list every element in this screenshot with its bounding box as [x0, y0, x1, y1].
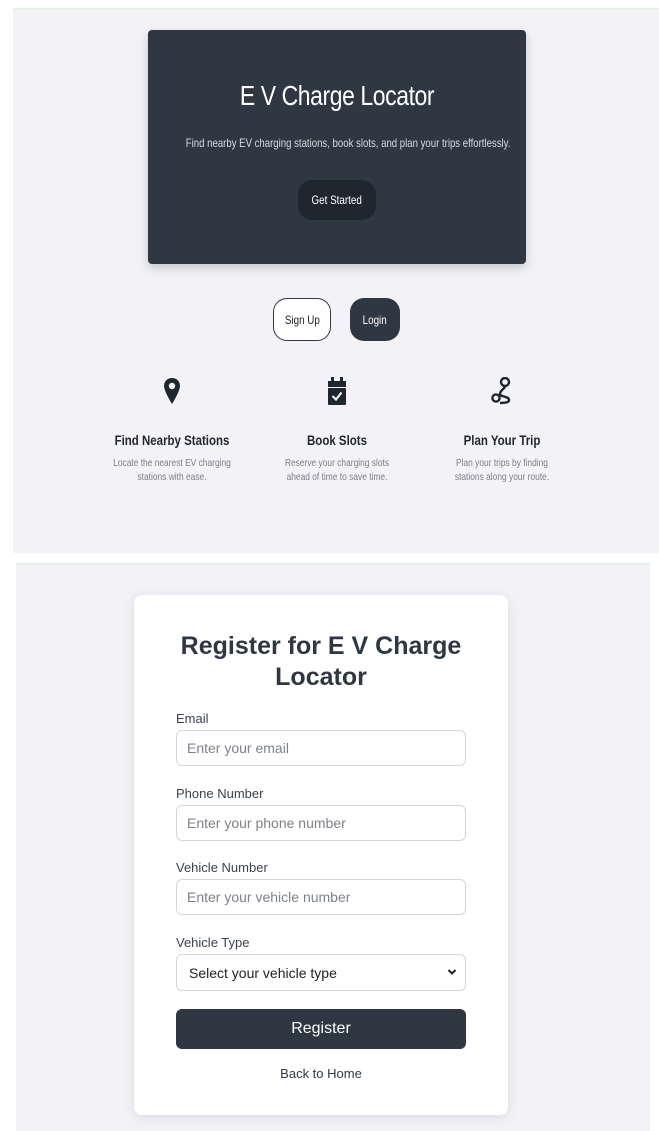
- login-button[interactable]: Login: [350, 298, 400, 341]
- route-icon: [427, 372, 577, 410]
- landing-panel: E V Charge Locator Find nearby EV chargi…: [13, 8, 659, 553]
- register-title: Register for E V Charge Locator: [180, 632, 462, 691]
- register-card: Register for E V Charge Locator Email Ph…: [134, 595, 508, 1115]
- feature-plan-trip: Plan Your Trip Plan your trips by findin…: [427, 372, 577, 484]
- hero-banner: E V Charge Locator Find nearby EV chargi…: [148, 30, 526, 264]
- get-started-label: Get Started: [311, 193, 363, 207]
- email-label: Email: [176, 711, 209, 726]
- chevron-down-icon: [447, 965, 457, 982]
- feature-description: Locate the nearest EV charging stations …: [113, 457, 231, 483]
- feature-title: Find Nearby Stations: [114, 432, 230, 448]
- feature-book-slots: Book Slots Reserve your charging slots a…: [262, 372, 412, 484]
- get-started-button[interactable]: Get Started: [298, 180, 376, 220]
- sign-up-button[interactable]: Sign Up: [273, 298, 331, 341]
- feature-title: Plan Your Trip: [463, 432, 541, 448]
- phone-label: Phone Number: [176, 786, 264, 801]
- hero-title: E V Charge Locator: [239, 80, 435, 111]
- sign-up-label: Sign Up: [284, 312, 320, 327]
- feature-description: Reserve your charging slots ahead of tim…: [284, 457, 390, 483]
- vehicle-number-field[interactable]: [176, 879, 466, 915]
- hero-subtitle: Find nearby EV charging stations, book s…: [185, 136, 511, 150]
- phone-field[interactable]: [176, 805, 466, 841]
- email-field[interactable]: [176, 730, 466, 766]
- back-to-home-link[interactable]: Back to Home: [134, 1066, 508, 1081]
- register-panel: Register for E V Charge Locator Email Ph…: [16, 563, 650, 1131]
- vehicle-type-select[interactable]: Select your vehicle type: [176, 954, 466, 991]
- register-button[interactable]: Register: [176, 1009, 466, 1049]
- feature-find-stations: Find Nearby Stations Locate the nearest …: [97, 372, 247, 484]
- login-label: Login: [362, 312, 388, 327]
- vehicle-type-label: Vehicle Type: [176, 935, 250, 950]
- map-pin-icon: [97, 372, 247, 410]
- calendar-check-icon: [262, 372, 412, 410]
- feature-description: Plan your trips by finding stations alon…: [454, 457, 550, 483]
- vehicle-type-value: Select your vehicle type: [189, 964, 337, 981]
- feature-title: Book Slots: [307, 432, 367, 448]
- vehicle-number-label: Vehicle Number: [176, 860, 268, 875]
